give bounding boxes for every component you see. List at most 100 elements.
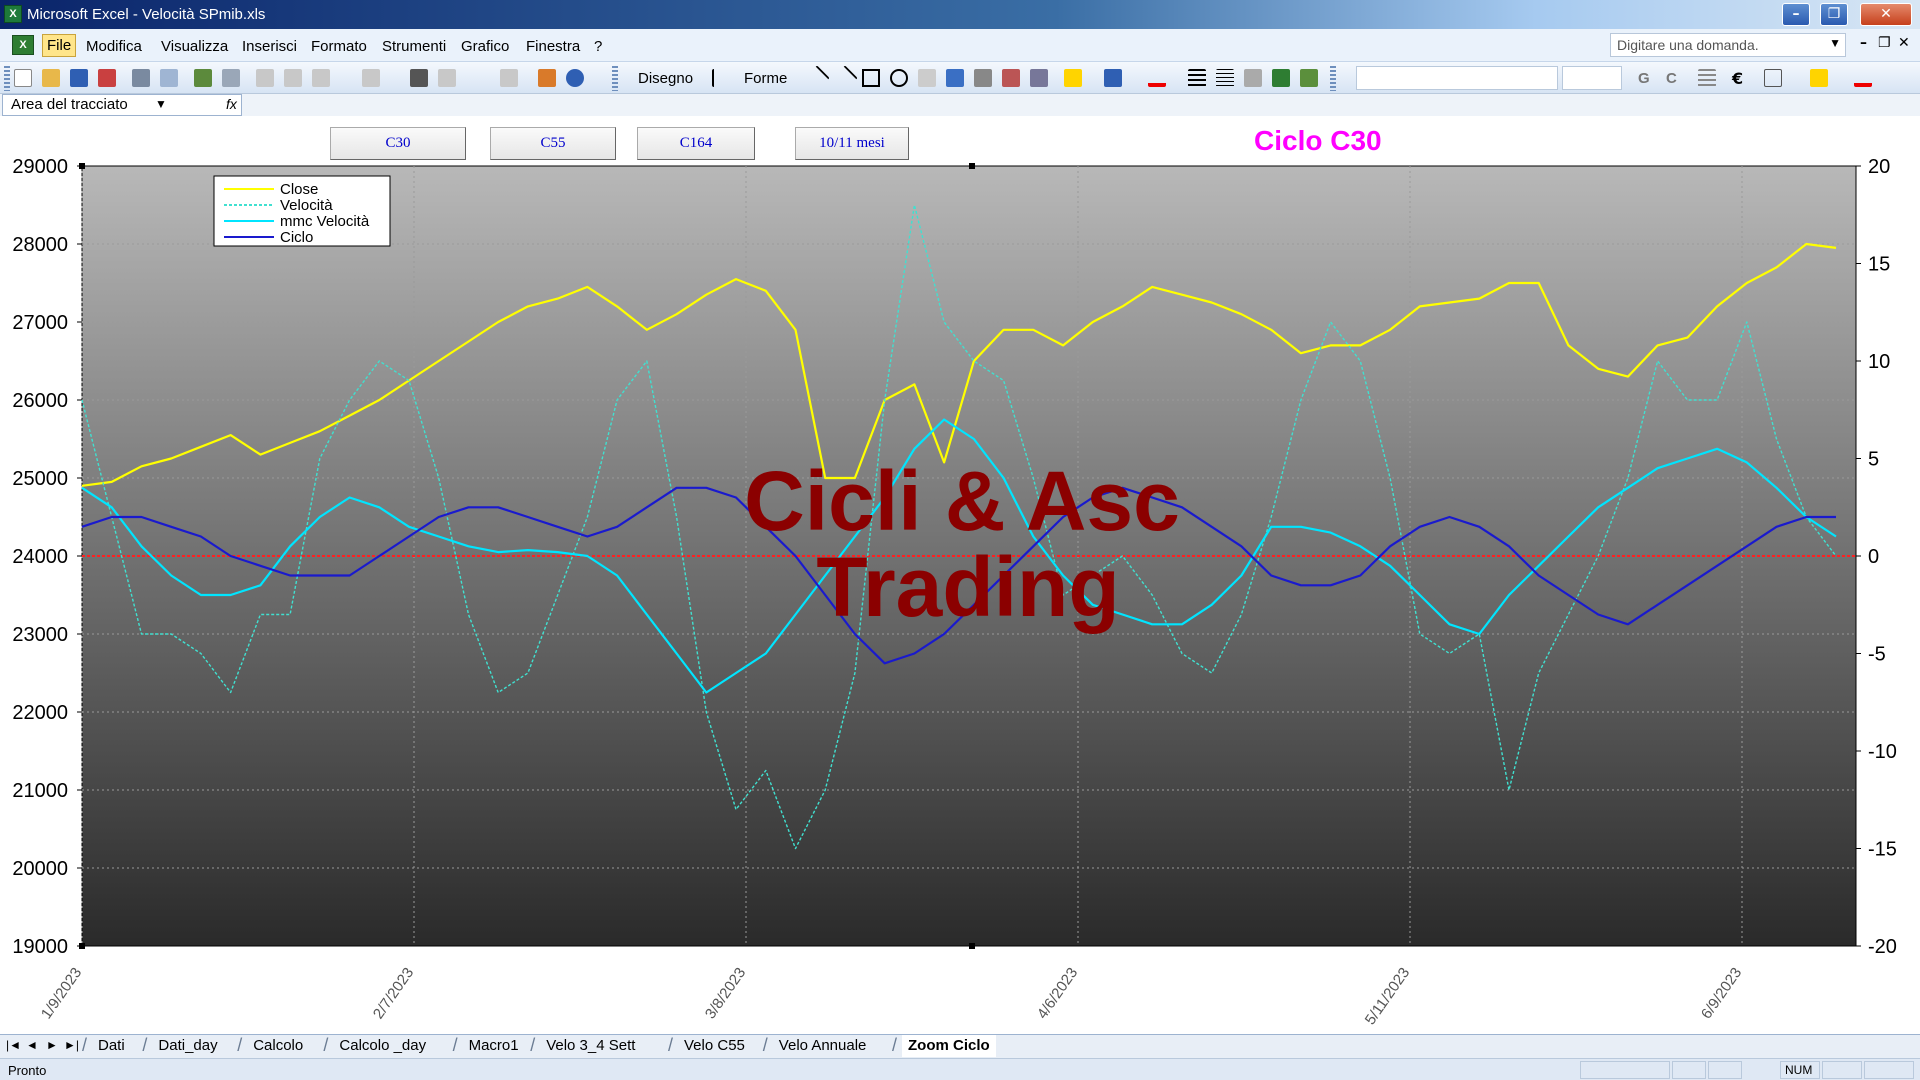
dash-style-icon[interactable]	[1216, 69, 1234, 87]
help-icon[interactable]	[566, 69, 584, 87]
c30-button[interactable]: C30	[330, 127, 466, 160]
align-icon[interactable]	[1698, 69, 1716, 87]
oval-icon[interactable]	[890, 69, 908, 87]
chevron-down-icon[interactable]: ▼	[1829, 36, 1841, 50]
y-left-tick-label: 22000	[12, 702, 68, 724]
doc-minimize-button[interactable]: –	[1860, 35, 1867, 51]
shapes-menu[interactable]: Forme	[744, 70, 787, 87]
new-file-icon[interactable]	[14, 69, 32, 87]
legend-label: Close	[280, 181, 318, 198]
spelling-icon[interactable]	[194, 69, 212, 87]
cell-fill-icon[interactable]	[1810, 69, 1828, 87]
sheet-tab[interactable]: Zoom Ciclo	[902, 1035, 996, 1057]
name-box[interactable]: Area del tracciato ▼	[2, 94, 242, 116]
toolbar-grip[interactable]	[1330, 66, 1336, 91]
wordart-icon[interactable]	[946, 69, 964, 87]
paste-icon[interactable]	[312, 69, 330, 87]
next-sheet-icon[interactable]: ►	[46, 1038, 58, 1052]
toolbar-grip[interactable]	[612, 66, 618, 91]
sheet-tab[interactable]: Dati_day	[152, 1035, 223, 1057]
print-icon[interactable]	[132, 69, 150, 87]
3d-style-icon[interactable]	[1300, 69, 1318, 87]
sheet-tab[interactable]: Calcolo	[247, 1035, 309, 1057]
font-color-icon[interactable]	[1148, 69, 1166, 87]
menu-formato[interactable]: Formato	[307, 36, 371, 57]
sheet-tab[interactable]: Velo C55	[678, 1035, 751, 1057]
arrow-style-icon[interactable]	[1244, 69, 1262, 87]
cut-icon[interactable]	[256, 69, 274, 87]
menu-modifica[interactable]: Modifica	[82, 36, 146, 57]
sheet-tab[interactable]: Velo 3_4 Sett	[540, 1035, 641, 1057]
fill-color-icon[interactable]	[1064, 69, 1082, 87]
function-icon[interactable]: fx	[226, 96, 237, 112]
excel-window: X Microsoft Excel - Velocità SPmib.xls –…	[0, 0, 1920, 1080]
save-icon[interactable]	[70, 69, 88, 87]
borders-icon[interactable]	[1764, 69, 1782, 87]
sheet-tab[interactable]: Dati	[92, 1035, 131, 1057]
doc-restore-button[interactable]: ❐	[1878, 35, 1891, 51]
last-sheet-icon[interactable]: ►|	[64, 1038, 79, 1052]
c164-button[interactable]: C164	[637, 127, 755, 160]
bold-button[interactable]: G	[1638, 70, 1650, 87]
font-name-select[interactable]	[1356, 66, 1558, 90]
clipart-icon[interactable]	[1002, 69, 1020, 87]
print-preview-icon[interactable]	[160, 69, 178, 87]
text-color-icon[interactable]	[1854, 69, 1872, 87]
restore-button[interactable]: ❐	[1820, 3, 1848, 26]
rectangle-icon[interactable]	[862, 69, 880, 87]
draw-menu[interactable]: Disegno	[638, 70, 693, 87]
menu-strumenti[interactable]: Strumenti	[378, 36, 450, 57]
status-cell	[1672, 1061, 1706, 1079]
menu-file[interactable]: File	[42, 34, 77, 57]
menu-finestra[interactable]: Finestra	[522, 36, 584, 57]
line-style-icon[interactable]	[1188, 69, 1206, 87]
months-button[interactable]: 10/11 mesi	[795, 127, 909, 160]
shadow-style-icon[interactable]	[1272, 69, 1290, 87]
y-left-tick-label: 19000	[12, 936, 68, 958]
hyperlink-icon[interactable]	[410, 69, 428, 87]
sort-icon[interactable]	[500, 69, 518, 87]
line-color-icon[interactable]	[1104, 69, 1122, 87]
prev-sheet-icon[interactable]: ◄	[26, 1038, 38, 1052]
open-folder-icon[interactable]	[42, 69, 60, 87]
font-size-select[interactable]	[1562, 66, 1622, 90]
menu-visualizza[interactable]: Visualizza	[157, 36, 232, 57]
diagram-icon[interactable]	[974, 69, 992, 87]
menu-help[interactable]: ?	[590, 36, 606, 57]
help-search-input[interactable]: Digitare una domanda. ▼	[1610, 33, 1846, 57]
status-bar: Pronto NUM	[0, 1058, 1920, 1080]
chevron-down-icon[interactable]: ▼	[155, 97, 167, 111]
excel-app-icon[interactable]: X	[4, 5, 22, 23]
menu-grafico[interactable]: Grafico	[457, 36, 513, 57]
research-icon[interactable]	[222, 69, 240, 87]
undo-icon[interactable]	[362, 69, 380, 87]
select-pointer-icon[interactable]	[712, 69, 730, 87]
autosum-icon[interactable]	[438, 69, 456, 87]
tab-separator: /	[142, 1035, 148, 1055]
sheet-tab[interactable]: Calcolo _day	[333, 1035, 432, 1057]
c55-button[interactable]: C55	[490, 127, 616, 160]
chart[interactable]: 1/9/2023 2/7/2023 3/8/2023 4/6/2023 5/11/202…	[0, 116, 1920, 1034]
permission-icon[interactable]	[98, 69, 116, 87]
chart-wizard-icon[interactable]	[538, 69, 556, 87]
title-bar: X Microsoft Excel - Velocità SPmib.xls –…	[0, 0, 1920, 29]
first-sheet-icon[interactable]: |◄	[6, 1038, 21, 1052]
menu-inserisci[interactable]: Inserisci	[238, 36, 301, 57]
close-button[interactable]: ✕	[1860, 3, 1912, 26]
toolbar-grip[interactable]	[4, 66, 10, 91]
menu-bar: X File Modifica Visualizza Inserisci For…	[0, 29, 1920, 62]
sheet-tab[interactable]: Velo Annuale	[773, 1035, 873, 1057]
copy-icon[interactable]	[284, 69, 302, 87]
euro-icon[interactable]: €	[1732, 69, 1750, 88]
arrow-icon[interactable]	[832, 65, 858, 91]
sheet-tab[interactable]: Macro1	[463, 1035, 525, 1057]
minimize-button[interactable]: –	[1782, 3, 1810, 26]
y-left-tick-label: 27000	[12, 312, 68, 334]
line-icon[interactable]	[804, 65, 830, 91]
textbox-icon[interactable]	[918, 69, 936, 87]
y-left-tick-label: 25000	[12, 468, 68, 490]
workbook-icon[interactable]: X	[12, 35, 34, 55]
doc-close-button[interactable]: ✕	[1898, 35, 1910, 51]
picture-icon[interactable]	[1030, 69, 1048, 87]
italic-button[interactable]: C	[1666, 70, 1677, 87]
